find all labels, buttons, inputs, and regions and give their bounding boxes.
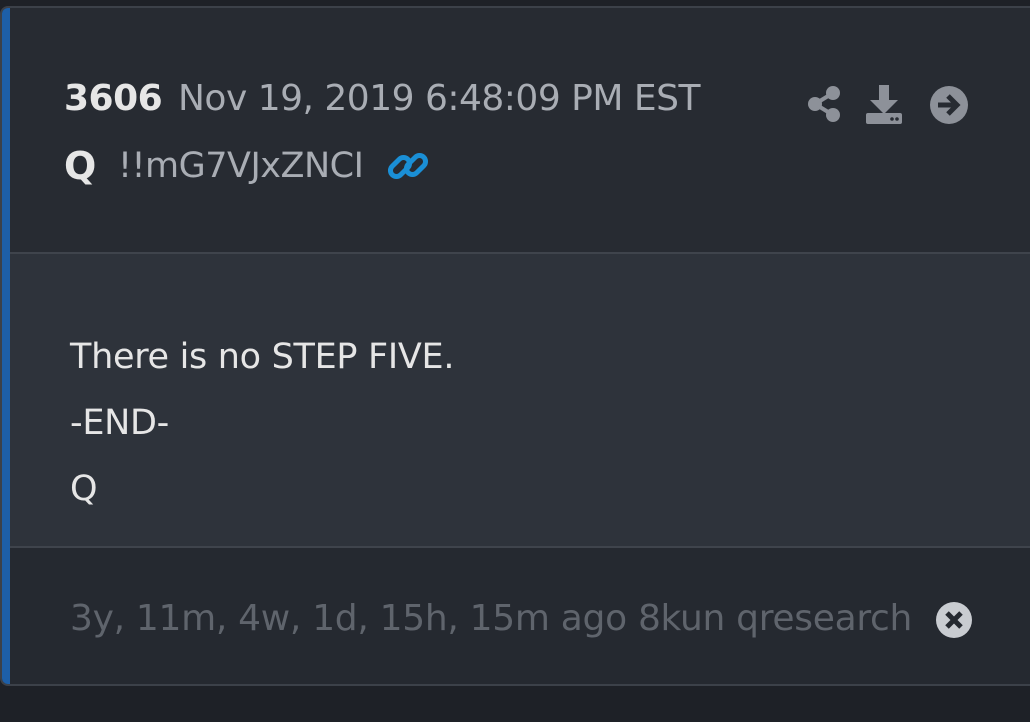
post-line: There is no STEP FIVE.: [70, 337, 455, 377]
close-circle-icon[interactable]: [934, 600, 974, 640]
post-header: 3606 Nov 19, 2019 6:48:09 PM EST Q !!mG7…: [10, 8, 1030, 254]
arrow-right-circle-icon[interactable]: [928, 84, 970, 126]
download-icon[interactable]: [862, 82, 906, 126]
post-number: 3606: [64, 78, 163, 119]
post-datetime: Nov 19, 2019 6:48:09 PM EST: [178, 78, 700, 119]
post-body: There is no STEP FIVE. -END- Q: [10, 254, 1030, 548]
accent-bar: [2, 8, 10, 684]
share-icon[interactable]: [804, 84, 844, 124]
post-line: Q: [70, 469, 98, 509]
post-footer: 3y, 11m, 4w, 1d, 15h, 15m ago 8kun qrese…: [10, 548, 1030, 684]
tripcode: !!mG7VJxZNCI: [118, 146, 364, 186]
link-icon[interactable]: [386, 144, 430, 188]
post-card: 3606 Nov 19, 2019 6:48:09 PM EST Q !!mG7…: [0, 6, 1030, 686]
post-text: There is no STEP FIVE. -END- Q: [70, 324, 454, 522]
author-name: Q: [64, 144, 97, 188]
post-age-source: 3y, 11m, 4w, 1d, 15h, 15m ago 8kun qrese…: [70, 598, 913, 639]
post-line: -END-: [70, 403, 170, 443]
